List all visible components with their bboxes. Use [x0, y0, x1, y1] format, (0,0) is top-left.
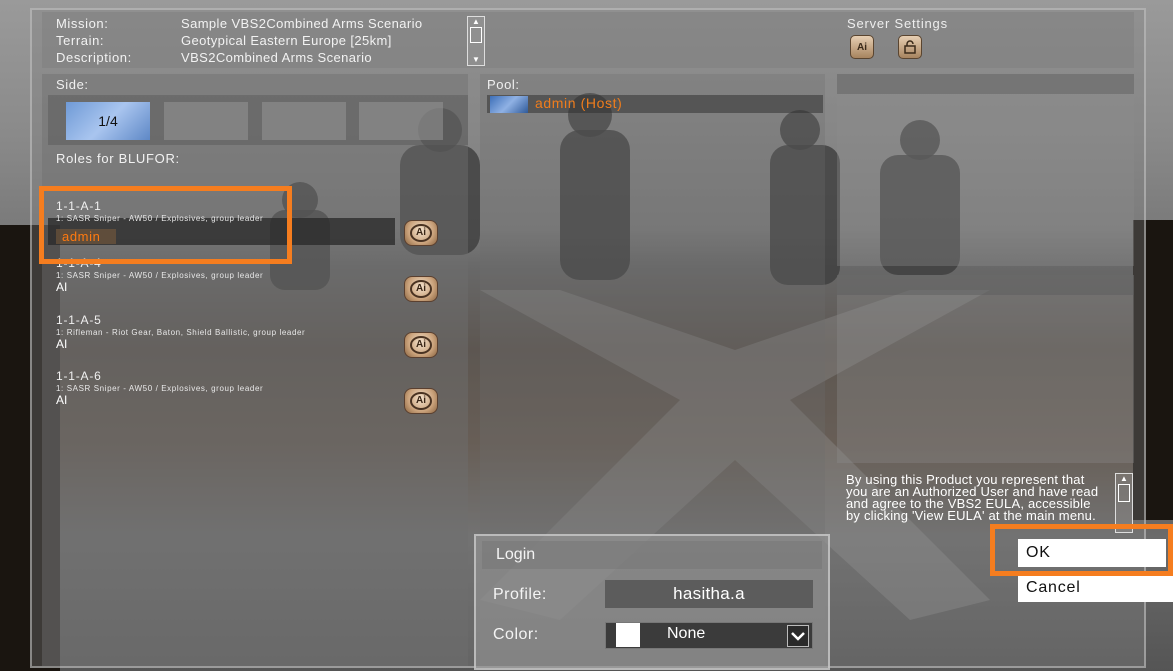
role-item-1-1-a-5[interactable]: 1-1-A-5 1: Rifleman - Riot Gear, Baton, …	[56, 313, 305, 351]
role-info-panel	[837, 275, 1134, 463]
terrain-value: Geotypical Eastern Europe [25km]	[181, 33, 392, 48]
role-name: 1-1-A-6	[56, 369, 102, 383]
color-label: Color:	[493, 626, 539, 643]
side-tab-2[interactable]	[164, 102, 248, 140]
role-name: 1-1-A-5	[56, 313, 102, 327]
ai-icon: Ai	[410, 224, 432, 242]
role-player: AI	[56, 393, 68, 407]
scroll-thumb[interactable]	[1118, 484, 1130, 502]
ai-toggle-button[interactable]: Ai	[404, 276, 438, 302]
player-info-header	[837, 74, 1134, 94]
player-icon	[490, 96, 528, 113]
role-highlight-box	[39, 186, 292, 264]
pool-title: Pool:	[487, 77, 520, 92]
role-item-1-1-a-6[interactable]: 1-1-A-6 1: SASR Sniper - AW50 / Explosiv…	[56, 369, 263, 407]
lock-icon	[904, 40, 916, 54]
ai-toggle-button[interactable]: Ai	[404, 388, 438, 414]
chevron-down-icon[interactable]	[787, 625, 809, 647]
ai-toggle-button[interactable]: Ai	[404, 332, 438, 358]
side-tab-1[interactable]: 1/4	[66, 102, 150, 140]
cancel-button[interactable]: Cancel	[1018, 574, 1173, 602]
role-desc: 1: SASR Sniper - AW50 / Explosives, grou…	[56, 384, 264, 393]
side-title: Side:	[56, 77, 89, 92]
role-player: AI	[56, 280, 68, 294]
description-label: Description:	[56, 50, 132, 65]
ok-highlight-box	[990, 524, 1173, 576]
ai-toggle-button[interactable]: Ai	[404, 220, 438, 246]
player-info-panel	[837, 74, 1134, 266]
color-value: None	[667, 625, 706, 642]
color-swatch	[616, 623, 640, 647]
role-info-header	[837, 275, 1134, 295]
pool-entry-label[interactable]: admin (Host)	[535, 95, 622, 111]
server-lock-button[interactable]	[898, 35, 922, 59]
role-desc: 1: Rifleman - Riot Gear, Baton, Shield B…	[56, 328, 306, 337]
profile-field[interactable]: hasitha.a	[605, 580, 813, 608]
header-scrollbar[interactable]: ▲ ▼	[467, 16, 485, 66]
roles-title: Roles for BLUFOR:	[56, 151, 180, 166]
scroll-up-icon[interactable]: ▲	[1116, 474, 1132, 484]
login-title: Login	[482, 541, 822, 569]
role-player: AI	[56, 337, 68, 351]
profile-label: Profile:	[493, 586, 547, 603]
scroll-thumb[interactable]	[470, 27, 482, 43]
ai-icon: Ai	[410, 280, 432, 298]
mission-label: Mission:	[56, 16, 109, 31]
server-ai-button[interactable]: Ai	[850, 35, 874, 59]
side-tab-3[interactable]	[262, 102, 346, 140]
ai-icon: Ai	[410, 392, 432, 410]
mission-value: Sample VBS2Combined Arms Scenario	[181, 16, 423, 31]
terrain-label: Terrain:	[56, 33, 105, 48]
scroll-down-icon[interactable]: ▼	[468, 55, 484, 65]
ai-icon: Ai	[857, 41, 867, 53]
description-value: VBS2Combined Arms Scenario	[181, 50, 373, 65]
scroll-up-icon[interactable]: ▲	[468, 17, 484, 27]
side-tab-4[interactable]	[359, 102, 443, 140]
role-desc: 1: SASR Sniper - AW50 / Explosives, grou…	[56, 271, 264, 280]
eula-text: By using this Product you represent that…	[846, 474, 1099, 523]
ai-icon: Ai	[410, 336, 432, 354]
server-settings-title: Server Settings	[847, 16, 948, 31]
